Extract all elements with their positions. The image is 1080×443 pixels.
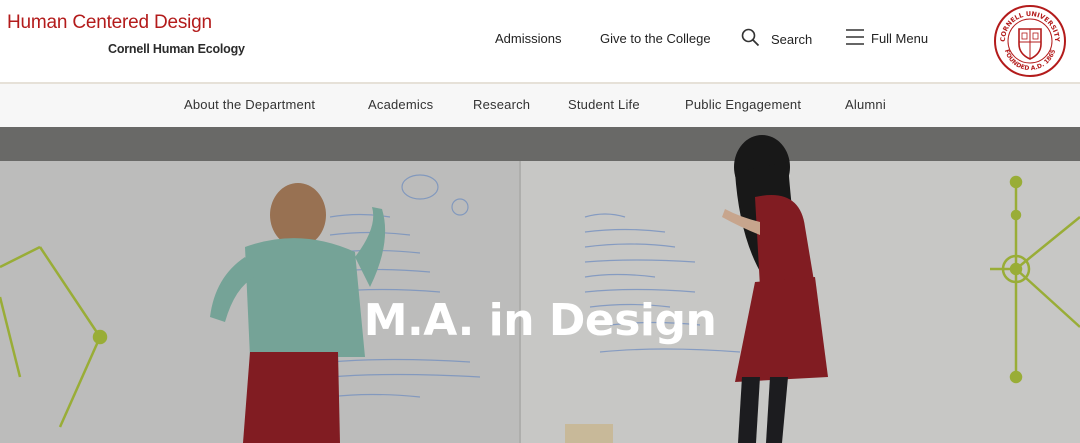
hero-banner: M.A. in Design <box>0 127 1080 443</box>
hamburger-icon <box>846 28 864 49</box>
hero-image <box>0 127 1080 443</box>
full-menu-label: Full Menu <box>871 31 929 46</box>
nav-research[interactable]: Research <box>473 97 530 112</box>
main-navigation: About the Department Academics Research … <box>0 84 1080 127</box>
cornell-seal[interactable]: CORNELL UNIVERSITY FOUNDED A.D. 1865 <box>993 4 1067 78</box>
search-label: Search <box>771 31 813 47</box>
nav-student-life[interactable]: Student Life <box>568 97 640 112</box>
hero-title: M.A. in Design <box>363 295 717 346</box>
give-to-college-link[interactable]: Give to the College <box>600 31 711 46</box>
search-button[interactable]: Search <box>741 28 812 50</box>
brand-logo[interactable]: Human Centered Design Cornell Human Ecol… <box>7 12 245 56</box>
admissions-link[interactable]: Admissions <box>495 31 561 46</box>
full-menu-button[interactable]: Full Menu <box>846 28 928 49</box>
site-header: Human Centered Design Cornell Human Ecol… <box>0 0 1080 84</box>
search-icon <box>741 28 760 50</box>
brand-title[interactable]: Human Centered Design <box>7 12 212 34</box>
brand-subtitle[interactable]: Cornell Human Ecology <box>108 42 245 56</box>
nav-alumni[interactable]: Alumni <box>845 97 886 112</box>
nav-about-department[interactable]: About the Department <box>184 97 315 112</box>
nav-academics[interactable]: Academics <box>368 97 433 112</box>
nav-public-engagement[interactable]: Public Engagement <box>685 97 801 112</box>
